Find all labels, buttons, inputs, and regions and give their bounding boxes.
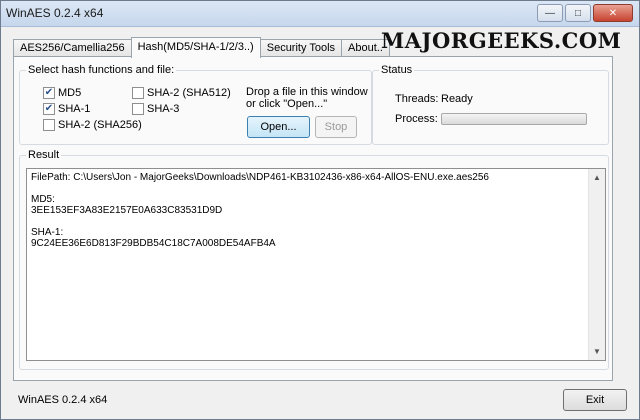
scroll-up-icon[interactable]: ▲ [589, 169, 605, 186]
sha512-checkbox[interactable]: SHA-2 (SHA512) [132, 87, 231, 99]
scroll-down-icon[interactable]: ▼ [589, 343, 605, 360]
maximize-button[interactable]: □ [565, 4, 591, 22]
tab-security-tools[interactable]: Security Tools [259, 39, 343, 57]
hash-functions-group: Select hash functions and file: ✔ MD5 ✔ … [19, 64, 372, 145]
hash-tab-panel: Select hash functions and file: ✔ MD5 ✔ … [13, 56, 613, 381]
sha1-checkbox[interactable]: ✔ SHA-1 [43, 103, 90, 115]
process-progress-bar [441, 113, 587, 125]
status-group: Status Threads: Ready Process: [372, 64, 609, 145]
result-group-label: Result [26, 149, 62, 161]
result-text[interactable]: FilePath: C:\Users\Jon - MajorGeeks\Down… [31, 172, 587, 249]
title-bar[interactable]: WinAES 0.2.4 x64 — □ ✕ [1, 1, 639, 27]
hash-functions-group-label: Select hash functions and file: [26, 64, 177, 76]
exit-button[interactable]: Exit [563, 389, 627, 411]
sha1-label: SHA-1 [58, 103, 91, 115]
sha1-checkbox-box[interactable]: ✔ [43, 103, 55, 115]
md5-checkbox[interactable]: ✔ MD5 [43, 87, 81, 99]
tab-hash[interactable]: Hash(MD5/SHA-1/2/3..) [130, 37, 261, 58]
sha3-checkbox[interactable]: SHA-3 [132, 103, 179, 115]
window-title: WinAES 0.2.4 x64 [6, 6, 104, 20]
brand-watermark: MAJORGEEKS.COM [381, 28, 622, 53]
sha3-checkbox-box[interactable] [132, 103, 144, 115]
open-button[interactable]: Open... [247, 116, 310, 138]
result-scrollbar[interactable]: ▲ ▼ [588, 169, 605, 360]
threads-value: Ready [441, 93, 473, 105]
close-button[interactable]: ✕ [593, 4, 633, 22]
threads-label: Threads: [395, 93, 439, 105]
md5-checkbox-box[interactable]: ✔ [43, 87, 55, 99]
md5-label: MD5 [58, 87, 82, 99]
status-group-label: Status [379, 64, 415, 76]
sha256-checkbox-box[interactable] [43, 119, 55, 131]
tab-bar: AES256/Camellia256 Hash(MD5/SHA-1/2/3..)… [13, 37, 390, 58]
tab-aes256[interactable]: AES256/Camellia256 [13, 39, 132, 57]
app-window: WinAES 0.2.4 x64 — □ ✕ AES256/Camellia25… [0, 0, 640, 420]
result-textbox[interactable]: FilePath: C:\Users\Jon - MajorGeeks\Down… [26, 168, 606, 361]
drop-hint-line2: or click "Open..." [246, 98, 328, 110]
sha256-checkbox[interactable]: SHA-2 (SHA256) [43, 119, 142, 131]
minimize-button[interactable]: — [537, 4, 563, 22]
stop-button[interactable]: Stop [315, 116, 357, 138]
result-group: Result FilePath: C:\Users\Jon - MajorGee… [19, 149, 609, 370]
window-controls: — □ ✕ [537, 4, 633, 22]
sha3-label: SHA-3 [147, 103, 180, 115]
drop-hint-line1: Drop a file in this window [246, 86, 368, 98]
sha256-label: SHA-2 (SHA256) [58, 119, 142, 131]
status-bar-text: WinAES 0.2.4 x64 [18, 394, 108, 406]
process-label: Process: [395, 113, 438, 125]
sha512-label: SHA-2 (SHA512) [147, 87, 231, 99]
sha512-checkbox-box[interactable] [132, 87, 144, 99]
